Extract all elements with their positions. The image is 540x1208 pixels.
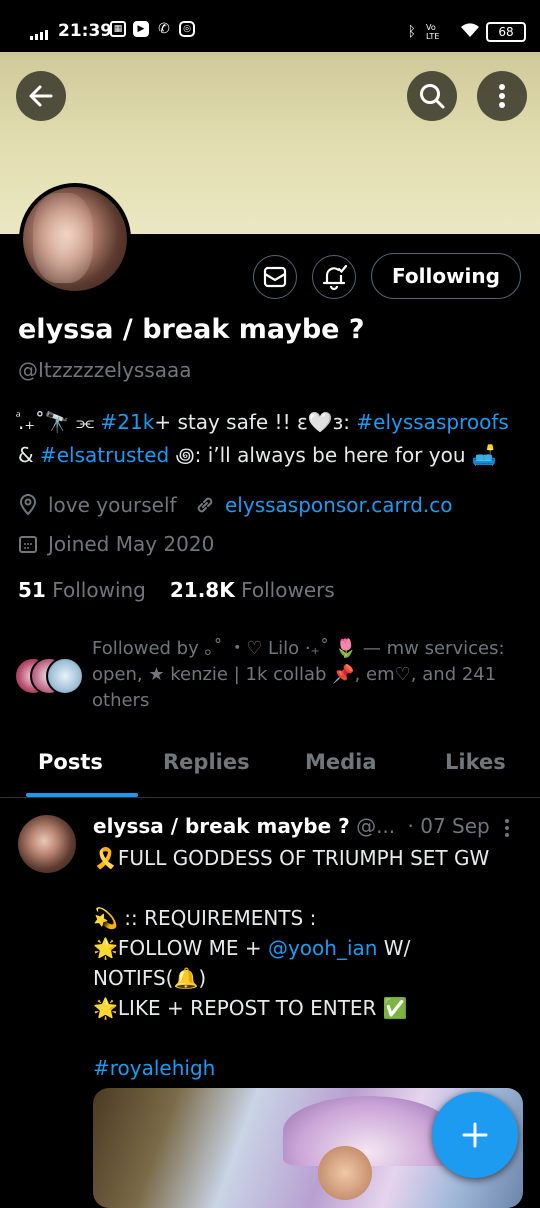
volte-icon: Vo LTE bbox=[426, 23, 440, 41]
profile-location: love yourself bbox=[18, 493, 177, 517]
following-count: 51 bbox=[18, 578, 46, 602]
post-line: 💫 :: REQUIREMENTS : bbox=[93, 906, 317, 930]
profile-joined: Joined May 2020 bbox=[18, 532, 214, 556]
battery-icon: 68 bbox=[486, 22, 526, 42]
user-handle: @Itzzzzzelyssaaa bbox=[18, 358, 192, 382]
hashtag-link[interactable]: #elsatrusted bbox=[40, 443, 169, 467]
post-more-button[interactable] bbox=[503, 818, 511, 842]
search-button[interactable] bbox=[407, 71, 457, 121]
message-icon bbox=[263, 266, 287, 288]
profile-website[interactable]: elyssasponsor.carrd.co bbox=[195, 493, 453, 517]
system-icons: ᛒ Vo LTE bbox=[408, 22, 480, 42]
profile-tabs: Posts Replies Media Likes bbox=[0, 740, 540, 798]
post-handle[interactable]: @... bbox=[356, 814, 395, 838]
youtube-icon: ▶ bbox=[133, 21, 149, 37]
tab-posts[interactable]: Posts bbox=[38, 750, 103, 774]
search-icon bbox=[420, 84, 445, 109]
display-name: elyssa / break maybe ? bbox=[18, 314, 365, 345]
hashtag-link[interactable]: #royalehigh bbox=[93, 1053, 523, 1083]
location-text: love yourself bbox=[48, 493, 177, 517]
bio-text: & bbox=[18, 443, 40, 467]
more-vertical-icon bbox=[505, 819, 509, 837]
bluetooth-icon: ᛒ bbox=[407, 24, 416, 40]
post-line: 🌟LIKE + REPOST TO ENTER ✅ bbox=[93, 996, 408, 1020]
tab-likes[interactable]: Likes bbox=[445, 750, 506, 774]
link-icon bbox=[197, 497, 213, 513]
location-icon bbox=[19, 494, 37, 516]
status-time: 21:39 bbox=[58, 21, 113, 41]
signal-icon bbox=[30, 30, 48, 40]
more-options-button[interactable] bbox=[477, 71, 527, 121]
bell-add-icon bbox=[322, 264, 348, 291]
back-button[interactable] bbox=[16, 71, 66, 121]
message-button[interactable] bbox=[253, 255, 297, 299]
back-arrow-icon bbox=[29, 85, 53, 107]
profile-avatar[interactable] bbox=[19, 183, 131, 295]
more-vertical-icon bbox=[499, 84, 505, 108]
follow-stats: 51 Following 21.8K Followers bbox=[18, 578, 335, 602]
app-icon: ▦ bbox=[110, 21, 126, 37]
avatar bbox=[46, 657, 84, 695]
profile-bio: ⷶ.₊˚🔭 ⫘ #21k+ stay safe !! ε🤍ɜ: #elyssas… bbox=[18, 406, 528, 472]
compose-plus-icon bbox=[462, 1122, 488, 1148]
mention-link[interactable]: @yooh_ian bbox=[268, 936, 377, 960]
post-text: 🎗️FULL GODDESS OF TRIUMPH SET GW 💫 :: RE… bbox=[93, 843, 523, 1083]
bio-text: + stay safe !! ε🤍ɜ: bbox=[154, 410, 357, 434]
post-line: 🎗️FULL GODDESS OF TRIUMPH SET GW bbox=[93, 846, 490, 870]
compose-button[interactable] bbox=[432, 1092, 518, 1178]
followed-by-avatars[interactable] bbox=[14, 657, 84, 695]
post-line: NOTIFS(🔔) bbox=[93, 966, 207, 990]
wifi-icon bbox=[460, 22, 480, 42]
bio-text: ⷶ.₊˚🔭 ⫘ bbox=[18, 410, 95, 434]
joined-text: Joined May 2020 bbox=[48, 532, 215, 556]
calendar-icon bbox=[19, 536, 37, 553]
followers-count-link[interactable]: 21.8K Followers bbox=[170, 578, 335, 602]
status-bar: 21:39 ▦ ▶ ✆ ◎ ᛒ Vo LTE 68 bbox=[0, 0, 540, 60]
notification-icons: ▦ ▶ ✆ ◎ bbox=[110, 21, 195, 37]
active-tab-indicator bbox=[26, 793, 138, 797]
post-date: · 07 Sep bbox=[407, 814, 490, 838]
post-author[interactable]: elyssa / break maybe ? bbox=[93, 814, 350, 838]
notifications-button[interactable] bbox=[312, 255, 356, 299]
following-label: Following bbox=[52, 578, 146, 602]
following-button[interactable]: Following bbox=[371, 253, 521, 299]
post-line: W/ bbox=[377, 936, 411, 960]
tab-replies[interactable]: Replies bbox=[163, 750, 250, 774]
followers-count: 21.8K bbox=[169, 578, 235, 602]
battery-level: 68 bbox=[498, 25, 514, 39]
hashtag-link[interactable]: #21k bbox=[101, 410, 155, 434]
followed-by-text[interactable]: Followed by ｡˚ ・♡ Lilo ·₊˚ 🌷 — mw servic… bbox=[92, 636, 512, 714]
tab-media[interactable]: Media bbox=[305, 750, 377, 774]
hashtag-link[interactable]: #elyssasproofs bbox=[356, 410, 508, 434]
followers-label: Followers bbox=[241, 578, 335, 602]
website-link[interactable]: elyssasponsor.carrd.co bbox=[225, 493, 453, 517]
instagram-icon: ◎ bbox=[179, 21, 195, 37]
post-line: 🌟FOLLOW ME + bbox=[93, 936, 268, 960]
bio-text: ꩜: i’ll always be here for you 🛋️ bbox=[169, 443, 497, 467]
phone-icon: ✆ bbox=[158, 21, 170, 37]
post-header: elyssa / break maybe ? @... · 07 Sep bbox=[93, 814, 490, 838]
post-avatar[interactable] bbox=[18, 815, 76, 873]
following-count-link[interactable]: 51 Following bbox=[18, 578, 146, 602]
